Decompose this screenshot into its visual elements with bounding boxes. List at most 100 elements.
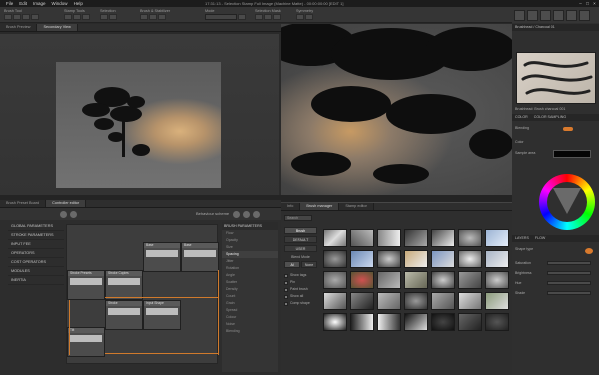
- checkbox-paint-brush[interactable]: Paint brush: [284, 286, 317, 293]
- brush-thumbnail[interactable]: [377, 250, 401, 268]
- brush-thumbnail[interactable]: [404, 250, 428, 268]
- brush-thumbnail[interactable]: [323, 250, 347, 268]
- param-item[interactable]: Density: [222, 286, 278, 293]
- brush-thumbnail[interactable]: [404, 292, 428, 310]
- brush-thumbnail[interactable]: [377, 313, 401, 331]
- brush-thumbnail[interactable]: [323, 292, 347, 310]
- brush-thumbnail[interactable]: [431, 313, 455, 331]
- graph-node[interactable]: Stroke Copies: [105, 270, 143, 300]
- menu-edit[interactable]: Edit: [19, 1, 27, 6]
- brush-type-icon[interactable]: [566, 9, 577, 21]
- menu-window[interactable]: Window: [52, 1, 68, 6]
- slider-bar[interactable]: [547, 271, 591, 275]
- param-item[interactable]: Rotation: [222, 265, 278, 272]
- param-item[interactable]: Flow: [222, 230, 278, 237]
- brush-thumbnail[interactable]: [431, 292, 455, 310]
- stabilizer-icon[interactable]: [140, 14, 148, 20]
- color-swatch[interactable]: [553, 150, 591, 158]
- smudge-icon[interactable]: [31, 14, 39, 20]
- brush-search-input[interactable]: Search: [284, 215, 312, 221]
- param-item[interactable]: Spread: [222, 307, 278, 314]
- tab-flow[interactable]: FLOW: [535, 235, 545, 242]
- brush-type-icon[interactable]: [553, 9, 564, 21]
- brush-thumbnail[interactable]: [404, 313, 428, 331]
- brush-type-icon[interactable]: [579, 9, 590, 21]
- clear-mask-icon[interactable]: [273, 14, 281, 20]
- slider-bar[interactable]: [547, 281, 591, 285]
- brush-thumbnail[interactable]: [485, 250, 509, 268]
- brush-thumbnail[interactable]: [485, 313, 509, 331]
- add-node-icon[interactable]: [60, 210, 67, 218]
- param-item[interactable]: Size: [222, 244, 278, 251]
- brush-thumbnail[interactable]: [404, 271, 428, 289]
- param-item-selected[interactable]: Spacing: [222, 251, 278, 258]
- param-item[interactable]: Jitter: [222, 258, 278, 265]
- graph-node[interactable]: Tilt: [67, 327, 105, 357]
- tab-layers[interactable]: LAYERS: [515, 235, 529, 242]
- scheme-icon[interactable]: [243, 210, 250, 218]
- graph-node[interactable]: Base: [143, 242, 181, 272]
- color-triangle[interactable]: [553, 188, 581, 214]
- slider-row[interactable]: Shade: [515, 289, 595, 297]
- category-item[interactable]: GLOBAL PARAMETERS: [8, 222, 64, 231]
- mode-dropdown[interactable]: [205, 14, 237, 20]
- slider-bar[interactable]: [547, 261, 591, 265]
- brush-thumbnail[interactable]: [485, 271, 509, 289]
- slider-row[interactable]: Hue: [515, 279, 595, 287]
- clone-icon[interactable]: [73, 14, 81, 20]
- slider-row[interactable]: Brightness: [515, 269, 595, 277]
- brush-thumbnail[interactable]: [350, 292, 374, 310]
- filter-default-button[interactable]: DEFAULT: [284, 236, 317, 243]
- brush-icon[interactable]: [4, 14, 12, 20]
- checkbox-show-all[interactable]: Show all: [284, 293, 317, 300]
- main-canvas[interactable]: [281, 24, 512, 203]
- brush-thumbnail[interactable]: [323, 313, 347, 331]
- category-item[interactable]: COST OPERATORS: [8, 258, 64, 267]
- brush-thumbnail[interactable]: [431, 250, 455, 268]
- brush-thumbnail[interactable]: [458, 313, 482, 331]
- checkbox-comp-shape[interactable]: Comp shape: [284, 300, 317, 307]
- graph-node[interactable]: Stroke Presets: [67, 270, 105, 300]
- brush-thumbnail[interactable]: [458, 229, 482, 247]
- tab-secondary-view[interactable]: Secondary View: [37, 24, 78, 31]
- brush-type-icon[interactable]: [540, 9, 551, 21]
- param-item[interactable]: Count: [222, 293, 278, 300]
- curve-icon[interactable]: [149, 14, 157, 20]
- minimize-icon[interactable]: –: [578, 1, 583, 6]
- param-item[interactable]: Scatter: [222, 279, 278, 286]
- tab-brush-manager[interactable]: Brush manager: [300, 203, 340, 210]
- brush-thumbnail[interactable]: [377, 229, 401, 247]
- category-item[interactable]: INERTIA: [8, 276, 64, 285]
- brush-stroke-preview[interactable]: [516, 52, 596, 104]
- brush-thumbnail[interactable]: [458, 271, 482, 289]
- param-item[interactable]: Blending: [222, 328, 278, 335]
- brush-thumbnail[interactable]: [404, 229, 428, 247]
- param-item[interactable]: Colour: [222, 314, 278, 321]
- scheme-icon[interactable]: [253, 210, 260, 218]
- remove-node-icon[interactable]: [70, 210, 77, 218]
- brush-thumbnail[interactable]: [431, 271, 455, 289]
- brush-thumbnail[interactable]: [377, 271, 401, 289]
- checkbox-show-tags[interactable]: Show tags: [284, 272, 317, 279]
- stamp-tool-icon[interactable]: [64, 14, 72, 20]
- brush-thumbnail[interactable]: [485, 229, 509, 247]
- brush-thumbnail[interactable]: [323, 271, 347, 289]
- param-item[interactable]: Opacity: [222, 237, 278, 244]
- artwork-thumbnail[interactable]: [56, 62, 221, 188]
- slider-row[interactable]: Saturation: [515, 259, 595, 267]
- tab-stamp-editor[interactable]: Stamp editor: [339, 203, 374, 210]
- maximize-icon[interactable]: □: [585, 1, 590, 6]
- graph-node[interactable]: Base: [181, 242, 219, 272]
- stamp-icon[interactable]: [13, 14, 21, 20]
- brush-thumbnail[interactable]: [485, 292, 509, 310]
- brush-type-icon[interactable]: [527, 9, 538, 21]
- tab-info[interactable]: Info: [281, 203, 301, 210]
- filter-brush-button[interactable]: Brush: [284, 227, 317, 234]
- tab-brush-preview[interactable]: Brush Preview: [0, 24, 38, 31]
- brush-thumbnail[interactable]: [350, 271, 374, 289]
- brush-thumbnail[interactable]: [458, 250, 482, 268]
- tab-color-sampling[interactable]: COLOR SAMPLING: [534, 114, 566, 121]
- pattern-icon[interactable]: [82, 14, 90, 20]
- menu-file[interactable]: File: [6, 1, 13, 6]
- lasso-icon[interactable]: [109, 14, 117, 20]
